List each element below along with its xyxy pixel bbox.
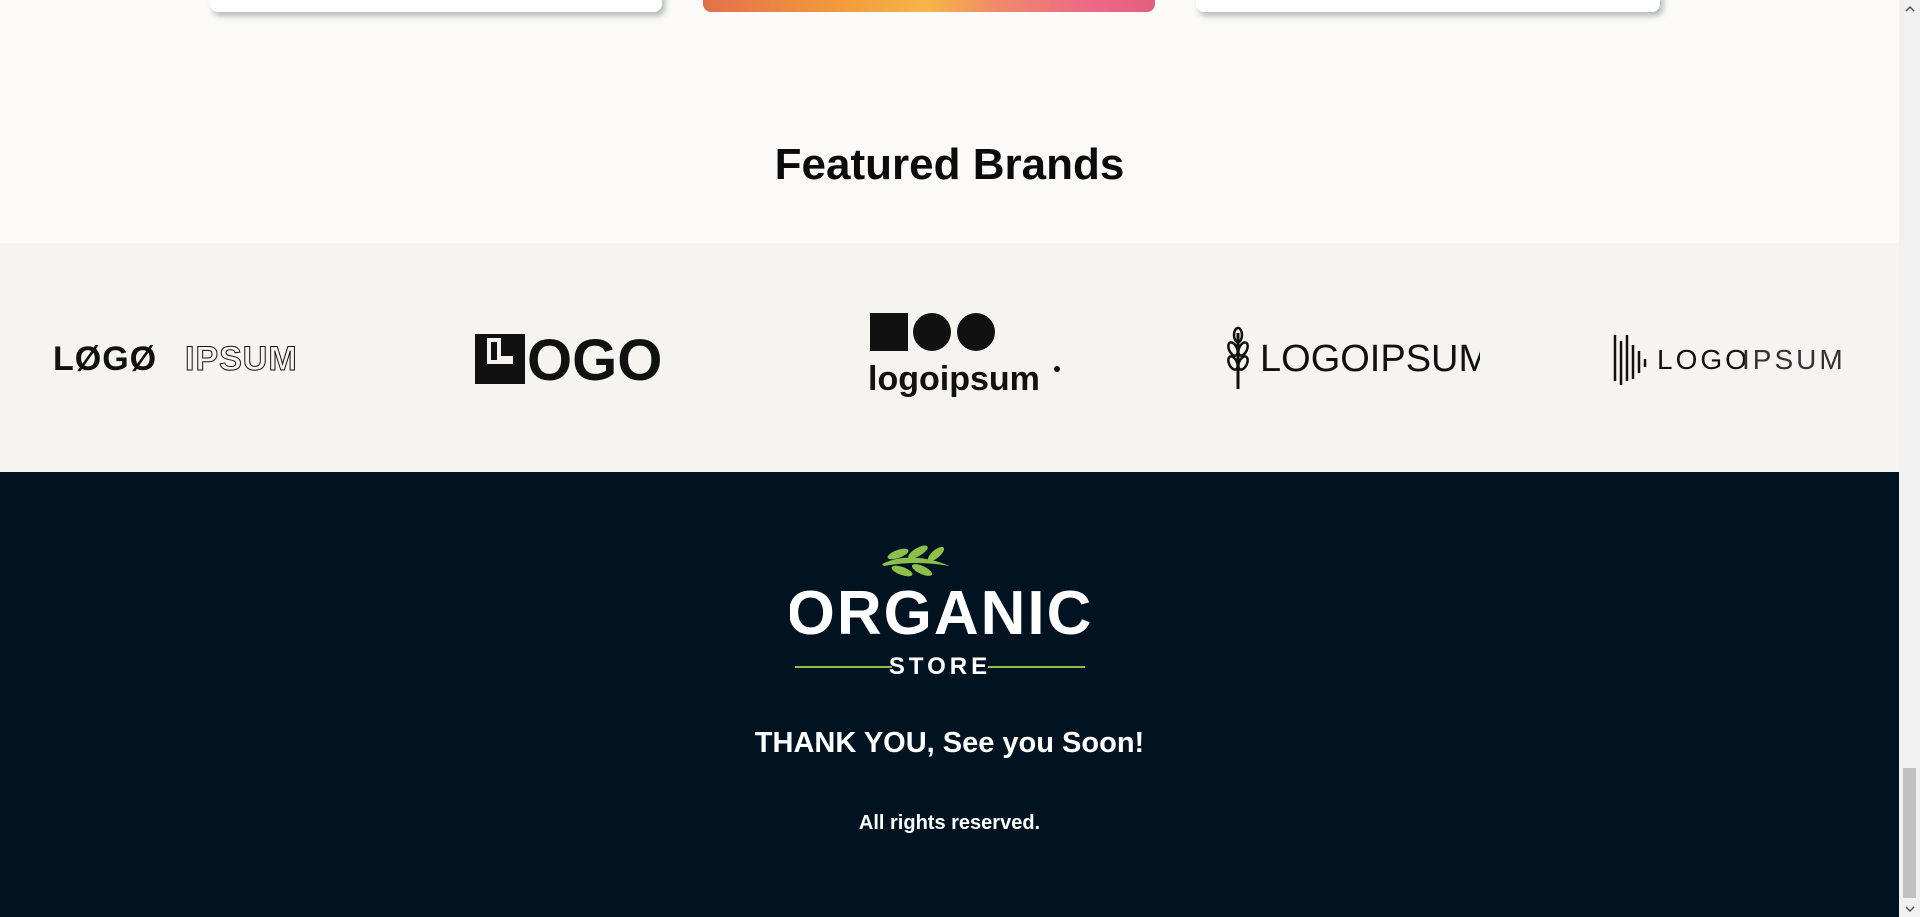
page: Featured Brands LØGØ IPSUM OGO logoipsum… xyxy=(0,0,1899,917)
scroll-down-arrow-icon[interactable] xyxy=(1899,900,1920,917)
brand-logo-2-mark: OGO xyxy=(475,328,662,388)
footer: ORGANIC STORE THANK YOU, See you Soon! A… xyxy=(0,472,1899,917)
brand-logo-3-mark: logoipsum xyxy=(868,312,1060,398)
brand-logo-5[interactable]: LOGO IPSUM xyxy=(1600,243,1860,472)
organic-store-logo[interactable]: ORGANIC STORE xyxy=(790,542,1090,682)
brand-logo-1-part2: IPSUM xyxy=(185,340,298,378)
brand-logo-1[interactable]: LØGØ IPSUM xyxy=(40,243,350,472)
brand-logo-4[interactable]: LOGOIPSUM xyxy=(1215,243,1485,472)
brand-logo-5-part2: IPSUM xyxy=(1742,344,1846,375)
wheat-icon xyxy=(1227,326,1249,389)
scrollbar-thumb[interactable] xyxy=(1903,768,1916,898)
brand-logo-2-text: OGO xyxy=(527,328,662,388)
product-card[interactable] xyxy=(1196,0,1660,12)
thank-you-message: THANK YOU, See you Soon! xyxy=(754,727,1145,759)
copyright-text: All rights reserved. xyxy=(858,812,1041,834)
brand-logo-1-mark: LØGØ IPSUM xyxy=(53,339,298,378)
soundwave-icon xyxy=(1613,334,1647,385)
brand-logo-3[interactable]: logoipsum xyxy=(855,243,1065,472)
brand-logo-5-mark: LOGO IPSUM xyxy=(1613,334,1846,385)
brand-logo-5-part1: LOGO xyxy=(1657,344,1750,375)
leaf-icon xyxy=(882,545,950,577)
brand-logo-3-text: logoipsum xyxy=(868,360,1040,398)
brand-logo-1-part1: LØGØ xyxy=(53,340,157,378)
vertical-scrollbar[interactable] xyxy=(1899,0,1920,917)
product-card[interactable] xyxy=(210,0,662,12)
brand-logo-2[interactable]: OGO xyxy=(455,243,705,472)
product-card-image[interactable] xyxy=(703,0,1155,12)
logo-main-text: ORGANIC xyxy=(790,579,1090,648)
featured-brands-heading: Featured Brands xyxy=(774,140,1125,189)
logo-sub-text: STORE xyxy=(889,653,991,680)
brands-strip: LØGØ IPSUM OGO logoipsum LOGOIPSUM LOGO … xyxy=(0,243,1899,472)
logo-block-icon xyxy=(870,312,908,351)
scroll-up-arrow-icon[interactable] xyxy=(1899,0,1920,17)
brand-logo-4-mark: LOGOIPSUM xyxy=(1227,326,1480,389)
brand-logo-4-text: LOGOIPSUM xyxy=(1260,338,1480,380)
